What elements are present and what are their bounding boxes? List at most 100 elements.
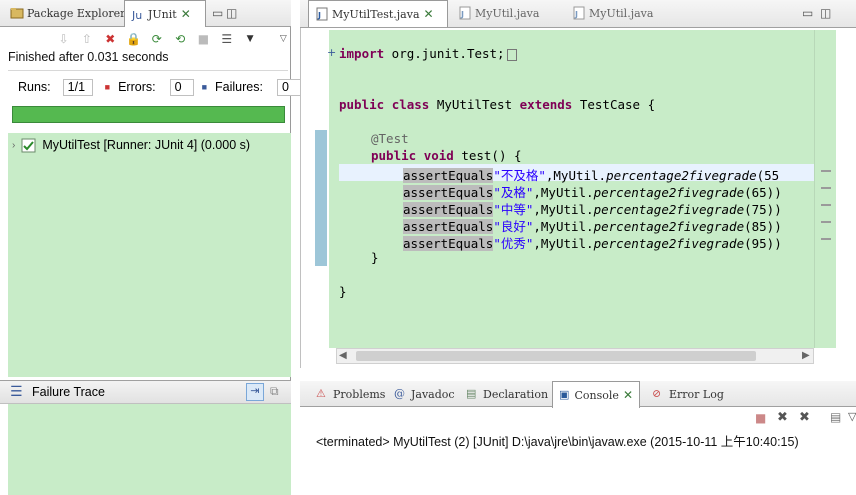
code-line-close-class: } — [339, 284, 347, 299]
failure-icon: ■ — [201, 82, 208, 92]
java-file-icon: J — [572, 6, 586, 20]
code-text: ,MyUtil. — [545, 168, 607, 183]
method-call: assertEquals — [403, 236, 494, 251]
java-file-icon: J — [315, 7, 329, 21]
tab-error-log[interactable]: ⊘ Error Log — [646, 381, 730, 407]
show-failures-only-icon[interactable]: ✖ — [103, 31, 118, 47]
svg-text:J: J — [317, 11, 321, 20]
remove-launch-icon[interactable]: ✖ — [777, 410, 788, 425]
stack-trace-icon: ☰ — [10, 384, 23, 400]
close-icon[interactable]: ✕ — [623, 388, 633, 402]
tab-myutil-java-2[interactable]: J MyUtil.java — [566, 0, 659, 26]
svg-text:J: J — [574, 10, 578, 19]
scrollbar-thumb[interactable] — [356, 351, 756, 361]
static-method: percentage2fivegrade — [593, 185, 745, 200]
maximize-icon[interactable]: ◫ — [226, 6, 237, 20]
stop-icon[interactable]: ■ — [196, 31, 211, 47]
chevron-down-icon[interactable]: ▼ — [242, 31, 257, 47]
error-log-icon: ⊘ — [652, 387, 662, 400]
code-text: (95)) — [744, 236, 782, 251]
code-line-annotation: @Test — [371, 131, 409, 146]
chevron-right-icon[interactable]: › — [12, 140, 15, 151]
console-icon: ▣ — [559, 388, 570, 401]
tab-label: MyUtilTest.java — [332, 7, 420, 21]
code-text: test() { — [453, 148, 522, 163]
test-tree — [8, 133, 291, 377]
ruler-mark — [821, 221, 831, 223]
static-method: percentage2fivegrade — [593, 202, 745, 217]
code-line-import: import org.junit.Test; — [339, 46, 517, 61]
maximize-icon[interactable]: ◫ — [820, 6, 831, 20]
console-toolbar: ■ ✖ ✖ ▤ ▽ — [300, 407, 856, 431]
overview-ruler — [814, 30, 836, 348]
string-literal: "及格" — [493, 185, 534, 200]
compare-results-icon[interactable]: ⧉ — [270, 384, 279, 399]
junit-icon: Ju — [131, 7, 145, 22]
failure-trace-header: ☰ Failure Trace ⇥ ⧉ — [0, 380, 291, 404]
minimize-icon[interactable]: ▭ — [802, 6, 813, 20]
minimize-icon[interactable]: ▭ — [212, 6, 223, 20]
tab-label: Declaration — [483, 387, 549, 401]
tab-label: Problems — [333, 387, 386, 401]
view-menu-icon[interactable]: ▽ — [848, 410, 856, 423]
rerun-failed-first-icon[interactable]: ⟲ — [172, 31, 187, 47]
test-run-history-icon[interactable]: ☰ — [219, 31, 234, 47]
scroll-lock-icon[interactable]: 🔒 — [126, 31, 141, 47]
static-method: percentage2fivegrade — [606, 168, 757, 183]
new-console-icon[interactable]: ▤ — [830, 410, 841, 424]
tab-myutil-java[interactable]: J MyUtil.java — [452, 0, 545, 26]
tab-label: MyUtil.java — [589, 6, 654, 20]
method-call: assertEquals — [403, 202, 494, 217]
rerun-test-icon[interactable]: ⟳ — [149, 31, 164, 47]
status-message: Finished after 0.031 seconds — [8, 50, 169, 64]
remove-all-icon[interactable]: ✖ — [799, 410, 810, 425]
failure-trace-title: Failure Trace — [32, 385, 105, 399]
divider — [8, 70, 288, 71]
tree-item-myutiltest[interactable]: › MyUtilTest [Runner: JUnit 4] (0.000 s) — [12, 138, 251, 153]
errors-label: Errors: — [118, 80, 156, 94]
scroll-right-icon[interactable]: ▶ — [802, 350, 810, 361]
filter-stack-trace-icon[interactable]: ⇥ — [246, 383, 264, 401]
code-text: (75)) — [744, 202, 782, 217]
keyword: public — [339, 97, 385, 112]
svg-text:Ju: Ju — [131, 9, 142, 21]
console-status-line: <terminated> MyUtilTest (2) [JUnit] D:\j… — [316, 435, 799, 449]
tab-junit[interactable]: Ju JUnit ✕ — [124, 0, 206, 27]
tab-console[interactable]: ▣ Console ✕ — [552, 381, 640, 408]
method-call: assertEquals — [403, 185, 494, 200]
folded-code-box[interactable] — [506, 48, 517, 61]
keyword: import — [339, 46, 385, 61]
tree-item-label: MyUtilTest [Runner: JUnit 4] (0.000 s) — [42, 138, 251, 152]
previous-failure-icon[interactable]: ⇧ — [79, 31, 94, 47]
tab-declaration[interactable]: ▤ Declaration — [460, 381, 554, 407]
keyword: extends — [519, 97, 573, 112]
view-menu-icon[interactable]: ▽ — [276, 31, 291, 47]
terminate-icon[interactable]: ■ — [755, 411, 766, 425]
string-literal: "不及格" — [493, 168, 546, 183]
code-text: ,MyUtil. — [533, 236, 594, 251]
code-line-close-method: } — [371, 250, 379, 265]
ruler-mark — [821, 187, 831, 189]
code-text: ,MyUtil. — [533, 185, 594, 200]
tab-javadoc[interactable]: @ Javadoc — [388, 381, 461, 407]
tab-package-explorer[interactable]: Package Explorer — [4, 0, 131, 26]
tab-label: Package Explorer — [27, 6, 126, 20]
close-icon[interactable]: ✕ — [181, 7, 191, 21]
string-literal: "优秀" — [493, 236, 534, 251]
test-suite-icon — [21, 138, 36, 153]
class-name: MyUtilTest — [429, 97, 520, 112]
failures-label: Failures: — [215, 80, 263, 94]
import-path: org.junit.Test; — [384, 46, 505, 61]
code-line-class: public class MyUtilTest extends TestCase… — [339, 97, 655, 112]
progress-bar — [12, 106, 285, 123]
string-literal: "良好" — [493, 219, 534, 234]
fold-expand-icon[interactable]: + — [327, 46, 336, 59]
code-line-method: public void test() { — [371, 148, 522, 163]
next-failure-icon[interactable]: ⇩ — [56, 31, 71, 47]
scroll-left-icon[interactable]: ◀ — [339, 350, 347, 361]
tab-label: Javadoc — [411, 387, 455, 401]
close-icon[interactable]: ✕ — [424, 7, 434, 21]
errors-value: 0 — [169, 78, 194, 96]
tab-problems[interactable]: ⚠ Problems — [310, 381, 391, 407]
tab-myutiltest-java[interactable]: J MyUtilTest.java ✕ — [308, 0, 448, 27]
